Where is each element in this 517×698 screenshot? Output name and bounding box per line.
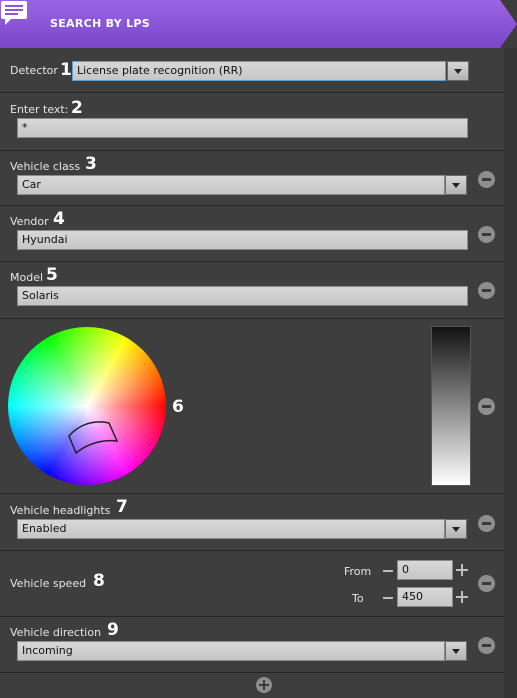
enter-text-input[interactable]: * <box>17 118 468 138</box>
speed-from-input[interactable]: 0 <box>397 560 453 580</box>
vendor-label: Vendor <box>10 215 49 228</box>
remove-direction-button[interactable] <box>478 637 495 654</box>
model-label: Model <box>10 271 44 284</box>
panel-title: SEARCH BY LPS <box>50 17 150 30</box>
remove-vehicle-class-button[interactable] <box>478 171 495 188</box>
model-input[interactable]: Solaris <box>17 286 468 306</box>
detector-value: License plate recognition (RR) <box>72 61 446 81</box>
callout-number: 6 <box>172 397 184 417</box>
headlights-label: Vehicle headlights <box>10 504 111 517</box>
callout-number: 8 <box>93 571 105 591</box>
callout-number: 2 <box>71 98 83 118</box>
speed-label: Vehicle speed <box>10 577 87 590</box>
brightness-slider[interactable] <box>431 326 471 486</box>
add-condition-button[interactable] <box>256 677 272 693</box>
vendor-section: Vendor 4 Hyundai <box>0 206 504 262</box>
direction-label: Vehicle direction <box>10 626 102 639</box>
vehicle-class-section: Vehicle class 3 Car <box>0 151 504 206</box>
speed-from-decrement[interactable] <box>383 570 393 572</box>
detector-label: Detector <box>10 64 58 77</box>
callout-number: 1 <box>60 60 72 80</box>
remove-speed-button[interactable] <box>478 575 495 592</box>
speed-to-input[interactable]: 450 <box>397 587 453 607</box>
headlights-section: Vehicle headlights 7 Enabled <box>0 494 504 551</box>
direction-section: Vehicle direction 9 Incoming <box>0 617 504 673</box>
callout-number: 4 <box>53 209 65 229</box>
vehicle-class-label: Vehicle class <box>10 160 81 173</box>
chevron-down-icon[interactable] <box>445 641 467 661</box>
chevron-down-icon[interactable] <box>445 519 467 539</box>
speed-from-label: From <box>344 565 372 578</box>
remove-color-button[interactable] <box>478 398 495 415</box>
enter-text-label: Enter text: <box>10 103 69 116</box>
remove-headlights-button[interactable] <box>478 515 495 532</box>
vehicle-class-value: Car <box>17 175 445 195</box>
callout-number: 5 <box>46 265 58 285</box>
speed-to-increment[interactable] <box>456 591 468 603</box>
model-section: Model 5 Solaris <box>0 262 504 319</box>
direction-dropdown[interactable]: Incoming <box>17 641 468 661</box>
vendor-input[interactable]: Hyundai <box>17 230 468 250</box>
speed-section: Vehicle speed 8 From 0 To 450 <box>0 551 504 617</box>
remove-vendor-button[interactable] <box>478 226 495 243</box>
panel-header: SEARCH BY LPS <box>0 0 517 48</box>
direction-value: Incoming <box>17 641 445 661</box>
callout-number: 9 <box>107 620 119 640</box>
color-section: 6 <box>0 319 504 494</box>
headlights-dropdown[interactable]: Enabled <box>17 519 468 539</box>
remove-model-button[interactable] <box>478 282 495 299</box>
speed-from-increment[interactable] <box>456 564 468 576</box>
right-gutter <box>504 48 517 698</box>
detector-dropdown[interactable]: License plate recognition (RR) <box>72 61 469 81</box>
chat-list-icon <box>1 1 27 25</box>
panel-footer <box>0 673 504 698</box>
callout-number: 3 <box>85 154 97 174</box>
callout-number: 7 <box>116 497 128 517</box>
speed-to-label: To <box>352 592 364 605</box>
enter-text-section: Enter text: 2 * <box>0 93 504 151</box>
vehicle-class-dropdown[interactable]: Car <box>17 175 468 195</box>
speed-to-decrement[interactable] <box>383 597 393 599</box>
detector-section: Detector 1 License plate recognition (RR… <box>0 48 504 93</box>
search-by-lps-panel: SEARCH BY LPS Detector 1 License plate r… <box>0 0 517 698</box>
headlights-value: Enabled <box>17 519 445 539</box>
chevron-down-icon[interactable] <box>445 175 467 195</box>
chevron-down-icon[interactable] <box>447 61 469 81</box>
color-wheel[interactable] <box>7 326 167 486</box>
